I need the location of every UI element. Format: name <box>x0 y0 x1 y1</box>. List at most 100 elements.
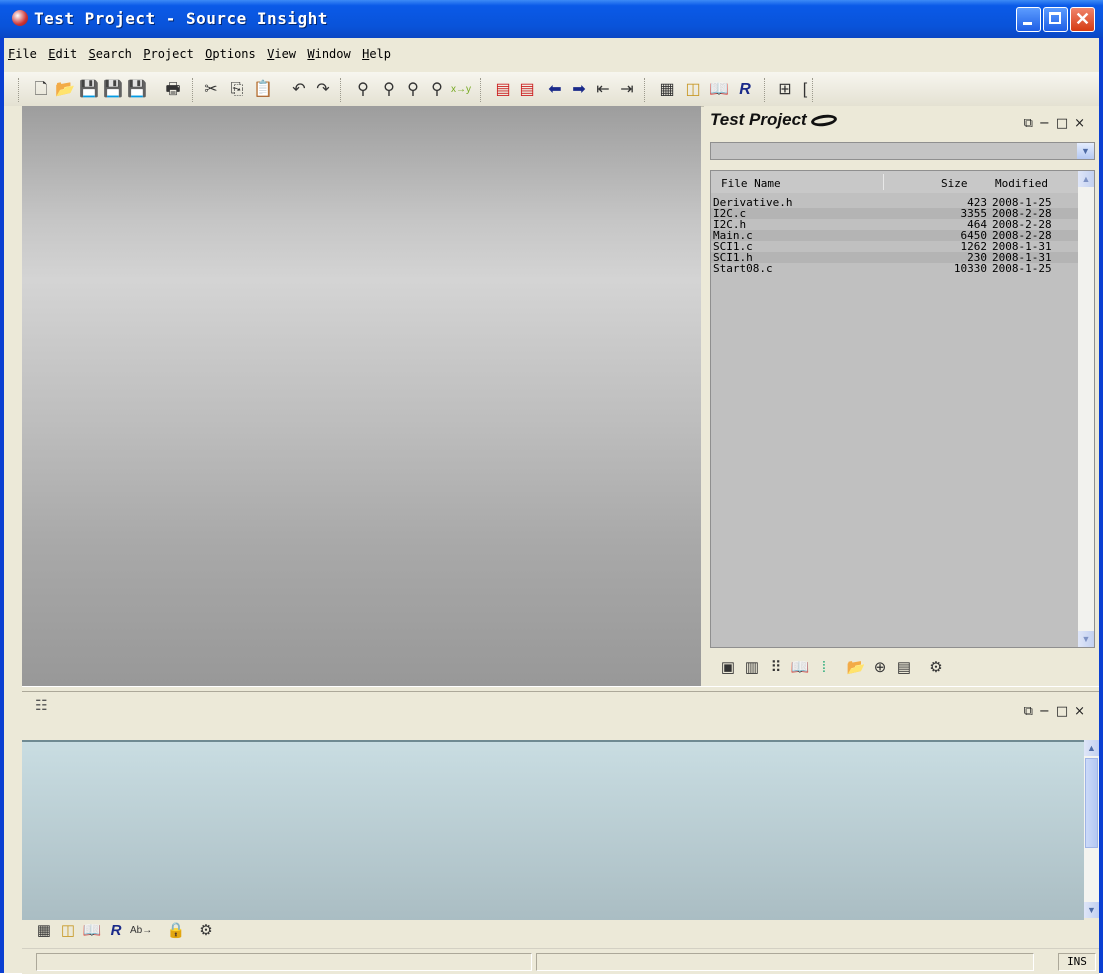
file-directory-view-icon[interactable]: ▥ <box>742 658 762 678</box>
window-title: Test Project - Source Insight <box>34 9 328 28</box>
context-window: ☷ ⧉−□× ▲ ▼ ▦ ◫ 📖 R Ab→ 🔒 ⚙ <box>22 692 1099 944</box>
file-properties-icon[interactable]: ▤ <box>894 658 914 678</box>
symbol-tree-view-icon[interactable]: ⁞ <box>814 658 834 678</box>
menu-search[interactable]: Search <box>85 44 136 64</box>
symbol-window-icon[interactable]: ▦ <box>34 921 54 941</box>
project-settings-icon[interactable]: ⚙ <box>926 658 946 678</box>
project-icon <box>810 113 838 128</box>
context-window-icon[interactable]: ◫ <box>682 79 704 101</box>
editor-area[interactable] <box>22 106 701 686</box>
file-list-header: File Name Size Modified <box>711 171 1079 193</box>
menu-window[interactable]: Window <box>303 44 354 64</box>
context-view-area[interactable] <box>22 740 1084 920</box>
find-icon[interactable]: ⚲ <box>352 79 374 101</box>
context-window-toolbar: ▦ ◫ 📖 R Ab→ 🔒 ⚙ <box>22 918 1099 944</box>
scroll-thumb[interactable] <box>1085 758 1098 848</box>
file-filter-combobox[interactable]: ▼ <box>710 142 1095 160</box>
chevron-down-icon[interactable]: ▼ <box>1084 902 1099 918</box>
project-window: Test Project ⧉−□× ▼ File Name Size Modif… <box>704 106 1099 686</box>
menu-help[interactable]: Help <box>358 44 395 64</box>
close-file-icon[interactable]: 💾 <box>126 79 148 101</box>
category-view-icon[interactable]: ⠿ <box>766 658 786 678</box>
insert-mode-indicator: INS <box>1058 953 1096 971</box>
menu-edit[interactable]: Edit <box>44 44 81 64</box>
open-folder-icon[interactable]: 📂 <box>54 79 76 101</box>
project-window-controls[interactable]: ⧉−□× <box>1024 116 1091 131</box>
status-position-pane <box>536 953 1034 971</box>
app-window: Test Project - Source Insight ✕ File Edi… <box>0 0 1103 974</box>
close-icon: ✕ <box>1074 9 1091 29</box>
column-size[interactable]: Size <box>941 177 968 190</box>
menu-view[interactable]: View <box>263 44 300 64</box>
undo-icon[interactable]: ↶ <box>288 79 310 101</box>
column-file-name[interactable]: File Name <box>721 177 781 190</box>
project-window-title: Test Project <box>710 110 838 130</box>
copy-icon[interactable]: ⎘ <box>226 79 248 101</box>
left-gutter <box>4 106 22 936</box>
new-file-icon[interactable]: 🗋 <box>30 79 52 101</box>
source-insight-app-icon[interactable] <box>12 10 28 26</box>
file-list-view-icon[interactable]: ▣ <box>718 658 738 678</box>
save-icon[interactable]: 💾 <box>78 79 100 101</box>
paste-icon[interactable]: 📋 <box>252 79 274 101</box>
relation-window-icon[interactable]: 📖 <box>82 921 102 941</box>
bookmark-prev-icon[interactable]: ▤ <box>492 79 514 101</box>
replace-text-icon[interactable]: Ab→ <box>130 921 152 941</box>
symbol-list-view-icon[interactable]: 📖 <box>790 658 810 678</box>
bookmark-next-icon[interactable]: ▤ <box>516 79 538 101</box>
jump-next-link-icon[interactable]: ⇥ <box>616 79 638 101</box>
menu-project[interactable]: Project <box>139 44 198 64</box>
layout-grid-icon[interactable]: ⊞ <box>774 79 796 101</box>
file-rows: Derivative.h 423 2008-1-25 I2C.c 3355 2008-2… <box>711 197 1079 274</box>
jump-prev-link-icon[interactable]: ⇤ <box>592 79 614 101</box>
window-settings-icon[interactable]: ⚙ <box>196 921 216 941</box>
cut-icon[interactable]: ✂ <box>200 79 222 101</box>
print-icon[interactable]: 🖶 <box>162 79 184 101</box>
close-button[interactable]: ✕ <box>1070 7 1095 32</box>
file-list-scrollbar[interactable]: ▲ ▼ <box>1078 171 1094 647</box>
chevron-down-icon[interactable]: ▼ <box>1077 143 1094 159</box>
lock-icon[interactable]: 🔒 <box>166 921 186 941</box>
toolbar-separator <box>644 78 647 102</box>
search-files-icon[interactable]: ⚲ <box>426 79 448 101</box>
toolbar-separator <box>192 78 195 102</box>
find-previous-icon[interactable]: ⚲ <box>378 79 400 101</box>
replace-icon[interactable]: x→y <box>450 79 472 101</box>
redo-icon[interactable]: ↷ <box>312 79 334 101</box>
open-project-folder-icon[interactable]: 📂 <box>846 658 866 678</box>
toolbar-separator <box>764 78 767 102</box>
toolbar-separator <box>812 78 815 102</box>
find-next-icon[interactable]: ⚲ <box>402 79 424 101</box>
status-message-pane <box>36 953 532 971</box>
main-toolbar: 🗋 📂 💾 💾 💾 🖶 ✂ ⎘ 📋 ↶ ↷ ⚲ ⚲ ⚲ ⚲ x→y ▤ ▤ ⬅ … <box>4 72 1099 107</box>
menu-options[interactable]: Options <box>201 44 260 64</box>
symbol-window-icon[interactable]: ▦ <box>656 79 678 101</box>
chevron-down-icon[interactable]: ▼ <box>1078 631 1094 647</box>
menu-file[interactable]: File <box>4 44 41 64</box>
references-icon[interactable]: R <box>734 79 756 101</box>
toolbar-separator <box>340 78 343 102</box>
add-file-icon[interactable]: ⊕ <box>870 658 890 678</box>
table-row[interactable]: Start08.c 10330 2008-1-25 <box>711 263 1079 274</box>
maximize-button[interactable] <box>1043 7 1068 32</box>
menu-bar: File Edit Search Project Options View Wi… <box>4 44 1099 66</box>
go-forward-icon[interactable]: ➡ <box>568 79 590 101</box>
relation-window-icon[interactable]: 📖 <box>708 79 730 101</box>
minimize-button[interactable] <box>1016 7 1041 32</box>
project-window-toolbar: ▣ ▥ ⠿ 📖 ⁞ 📂 ⊕ ▤ ⚙ <box>704 652 1099 684</box>
context-window-icon[interactable]: ◫ <box>58 921 78 941</box>
status-bar: INS <box>22 948 1099 974</box>
project-file-list[interactable]: File Name Size Modified Derivative.h 423 2… <box>710 170 1095 648</box>
save-all-icon[interactable]: 💾 <box>102 79 124 101</box>
context-scrollbar[interactable]: ▲ ▼ <box>1084 740 1099 918</box>
references-icon[interactable]: R <box>106 921 126 941</box>
title-bar[interactable]: Test Project - Source Insight ✕ <box>0 0 1103 38</box>
toolbar-separator <box>480 78 483 102</box>
go-back-icon[interactable]: ⬅ <box>544 79 566 101</box>
toolbar-separator <box>18 78 21 102</box>
chevron-up-icon[interactable]: ▲ <box>1078 171 1094 187</box>
context-window-icon: ☷ <box>35 698 48 714</box>
context-window-controls[interactable]: ⧉−□× <box>1024 704 1091 719</box>
column-modified[interactable]: Modified <box>995 177 1048 190</box>
chevron-up-icon[interactable]: ▲ <box>1084 740 1099 756</box>
